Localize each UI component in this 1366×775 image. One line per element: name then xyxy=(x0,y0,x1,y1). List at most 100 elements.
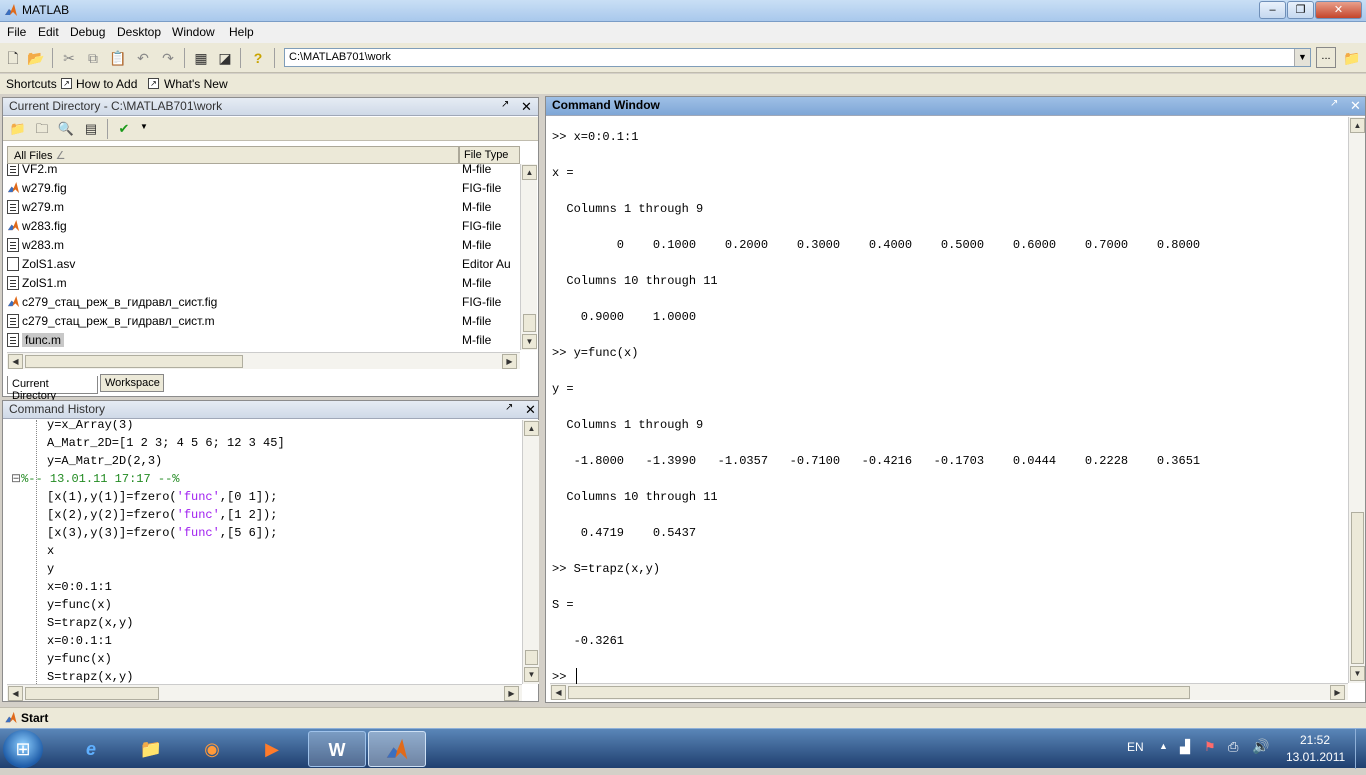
history-line[interactable]: x xyxy=(47,542,54,560)
scroll-thumb[interactable] xyxy=(523,314,536,332)
history-line[interactable]: y=func(x) xyxy=(47,650,112,668)
file-row[interactable]: w283.m M-file xyxy=(7,236,520,255)
usb-device-icon[interactable]: ⎙ xyxy=(1228,739,1238,755)
scroll-thumb[interactable] xyxy=(25,355,243,368)
menu-window[interactable]: Window xyxy=(172,25,215,39)
history-vscrollbar[interactable]: ▲ ▼ xyxy=(522,420,539,684)
internet-explorer-icon[interactable]: e xyxy=(62,731,120,767)
menu-debug[interactable]: Debug xyxy=(70,25,105,39)
close-button[interactable]: ✕ xyxy=(1315,1,1362,19)
history-line[interactable]: x=0:0.1:1 xyxy=(47,578,112,596)
menu-file[interactable]: File xyxy=(7,25,26,39)
history-line[interactable]: S=trapz(x,y) xyxy=(47,668,133,684)
tab-current-directory[interactable]: Current Directory xyxy=(7,376,98,402)
scroll-right-icon[interactable]: ▶ xyxy=(502,354,517,369)
paste-icon[interactable]: 📋 xyxy=(107,47,129,69)
file-row[interactable]: c279_стац_реж_в_гидравл_сист.fig FIG-file xyxy=(7,293,520,312)
redo-icon[interactable]: ↷ xyxy=(157,47,179,69)
history-hscrollbar[interactable]: ◀ ▶ xyxy=(7,684,522,701)
start-button[interactable]: Start xyxy=(21,711,48,725)
scroll-right-icon[interactable]: ▶ xyxy=(1330,685,1345,700)
how-to-add-link[interactable]: How to Add xyxy=(76,77,137,91)
close-icon[interactable]: ✕ xyxy=(1350,98,1361,114)
scroll-up-icon[interactable]: ▲ xyxy=(522,165,537,180)
file-row[interactable]: w279.m M-file xyxy=(7,198,520,217)
directory-reports-icon[interactable]: ▤ xyxy=(80,118,102,140)
chevron-up-icon[interactable]: ▲ xyxy=(1159,741,1168,751)
scroll-down-icon[interactable]: ▼ xyxy=(1350,666,1365,681)
undo-icon[interactable]: ↶ xyxy=(132,47,154,69)
collapse-icon[interactable]: ⊟ xyxy=(11,472,21,486)
clock-time[interactable]: 21:52 xyxy=(1300,733,1330,747)
chevron-down-icon[interactable]: ▼ xyxy=(1294,49,1310,66)
history-line[interactable]: [x(2),y(2)]=fzero('func',[1 2]); xyxy=(47,506,277,524)
scroll-left-icon[interactable]: ◀ xyxy=(8,686,23,701)
command-window-vscrollbar[interactable]: ▲ ▼ xyxy=(1348,117,1365,683)
minimize-button[interactable]: ‒ xyxy=(1259,1,1286,19)
scroll-up-icon[interactable]: ▲ xyxy=(524,421,539,436)
scroll-down-icon[interactable]: ▼ xyxy=(522,334,537,349)
scroll-thumb[interactable] xyxy=(568,686,1190,699)
windows-start-orb-icon[interactable]: ⊞ xyxy=(3,730,43,768)
undock-icon[interactable]: ↗ xyxy=(505,402,513,413)
photo-viewer-icon[interactable]: ◉ xyxy=(183,731,241,767)
menu-help[interactable]: Help xyxy=(229,25,254,39)
close-icon[interactable]: ✕ xyxy=(525,402,536,418)
scroll-left-icon[interactable]: ◀ xyxy=(8,354,23,369)
language-indicator[interactable]: EN xyxy=(1127,740,1144,754)
menu-edit[interactable]: Edit xyxy=(38,25,59,39)
open-folder-icon[interactable]: 📂 xyxy=(25,47,47,69)
file-row[interactable]: w279.fig FIG-file xyxy=(7,179,520,198)
up-folder-icon[interactable]: 📁 xyxy=(1341,47,1363,69)
command-window-hscrollbar[interactable]: ◀ ▶ xyxy=(550,683,1348,700)
column-header-file-type[interactable]: File Type xyxy=(459,146,520,164)
maximize-button[interactable]: ❐ xyxy=(1287,1,1314,19)
file-row[interactable]: ZolS1.asv Editor Au xyxy=(7,255,520,274)
scroll-right-icon[interactable]: ▶ xyxy=(504,686,519,701)
scroll-thumb[interactable] xyxy=(525,650,538,665)
new-folder-icon[interactable]: 🗀 xyxy=(31,118,53,140)
clock-date[interactable]: 13.01.2011 xyxy=(1286,750,1345,764)
help-icon[interactable]: ? xyxy=(247,47,269,69)
undock-icon[interactable]: ↗ xyxy=(1330,98,1338,109)
file-row[interactable]: c279_стац_реж_в_гидравл_сист.m M-file xyxy=(7,312,520,331)
menu-desktop[interactable]: Desktop xyxy=(117,25,161,39)
matlab-taskbar-button[interactable] xyxy=(368,731,426,767)
scroll-up-icon[interactable]: ▲ xyxy=(1350,118,1365,133)
shortcuts-label[interactable]: Shortcuts xyxy=(6,77,57,91)
action-center-icon[interactable]: ⚑ xyxy=(1204,739,1216,755)
volume-icon[interactable]: 🔊 xyxy=(1252,738,1269,755)
history-line[interactable]: x=0:0.1:1 xyxy=(47,632,112,650)
cut-icon[interactable]: ✂ xyxy=(58,47,80,69)
text-cursor[interactable] xyxy=(576,668,577,684)
copy-icon[interactable]: ⧉ xyxy=(82,47,104,69)
file-row[interactable]: ZolS1.m M-file xyxy=(7,274,520,293)
media-player-icon[interactable]: ▶ xyxy=(243,731,301,767)
history-line[interactable]: y=x_Array(3) xyxy=(47,420,133,434)
chevron-down-icon[interactable]: ▼ xyxy=(140,122,148,131)
close-icon[interactable]: ✕ xyxy=(521,99,532,115)
history-line[interactable]: [x(1),y(1)]=fzero('func',[0 1]); xyxy=(47,488,277,506)
history-line[interactable]: S=trapz(x,y) xyxy=(47,614,133,632)
current-directory-input[interactable]: C:\MATLAB701\work xyxy=(284,48,1311,67)
undock-icon[interactable]: ↗ xyxy=(501,99,509,110)
file-row[interactable]: VF2.m M-file xyxy=(7,164,520,179)
file-list-vscrollbar[interactable]: ▲ ▼ xyxy=(520,164,537,350)
file-row[interactable]: w283.fig FIG-file xyxy=(7,217,520,236)
new-file-icon[interactable]: 🗋 xyxy=(2,47,24,69)
tab-workspace[interactable]: Workspace xyxy=(100,374,164,392)
whats-new-link[interactable]: What's New xyxy=(164,77,228,91)
simulink-icon[interactable]: ▦ xyxy=(190,47,212,69)
network-icon[interactable]: ▟ xyxy=(1180,739,1190,755)
checkmark-icon[interactable]: ✔ xyxy=(113,118,135,140)
find-files-icon[interactable]: 🔍 xyxy=(55,118,77,140)
file-list-hscrollbar[interactable]: ◀ ▶ xyxy=(7,352,520,369)
browse-button[interactable]: ... xyxy=(1316,47,1336,68)
scroll-thumb[interactable] xyxy=(1351,512,1364,664)
scroll-thumb[interactable] xyxy=(25,687,159,700)
file-row[interactable]: func.m M-file xyxy=(7,331,520,350)
history-line[interactable]: A_Matr_2D=[1 2 3; 4 5 6; 12 3 45] xyxy=(47,434,285,452)
scroll-down-icon[interactable]: ▼ xyxy=(524,667,539,682)
history-line[interactable]: y xyxy=(47,560,54,578)
show-desktop-button[interactable] xyxy=(1355,729,1366,769)
